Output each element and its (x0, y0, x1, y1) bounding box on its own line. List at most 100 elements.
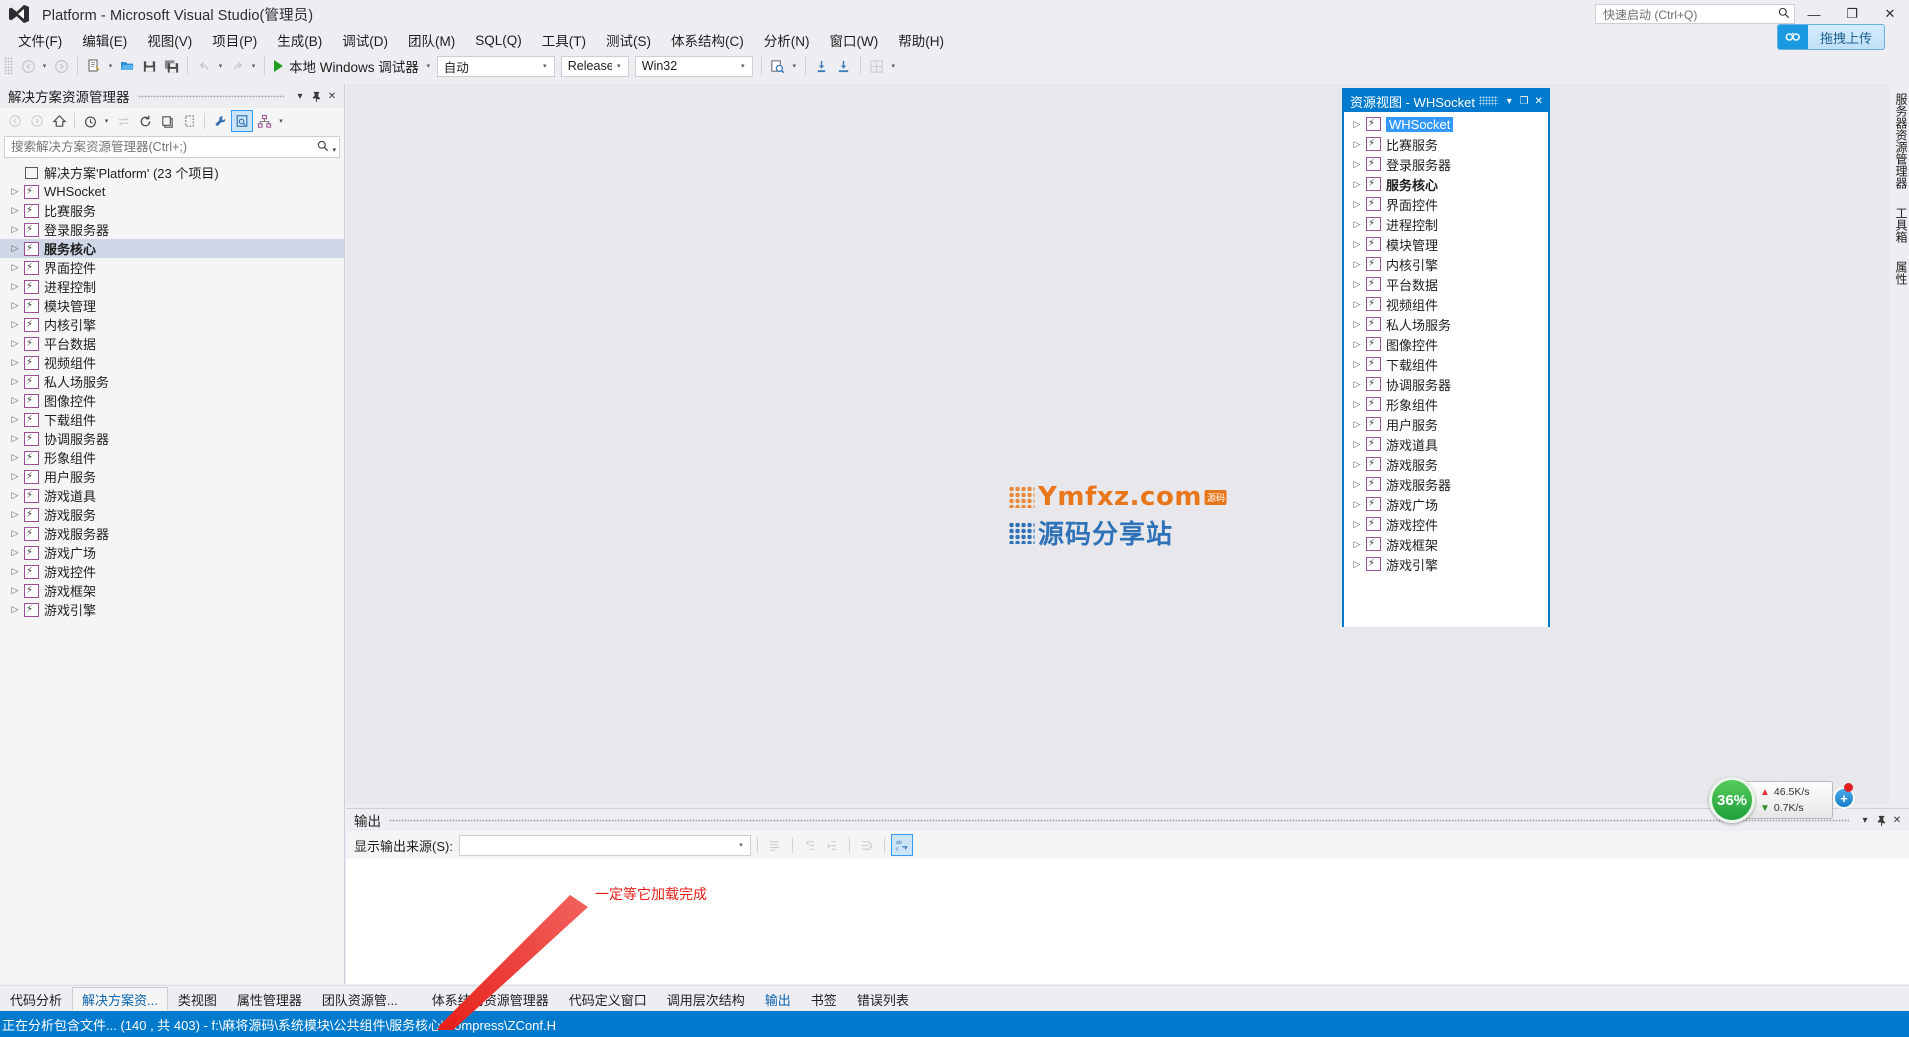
expander-icon[interactable]: ▷ (6, 338, 24, 349)
solution-project-row[interactable]: ▷⚡游戏服务 (0, 505, 344, 524)
back-icon[interactable] (4, 110, 26, 132)
undo-dropdown[interactable]: ▾ (215, 55, 226, 77)
show-all-files-icon[interactable] (178, 110, 200, 132)
redo-dropdown[interactable]: ▾ (248, 55, 259, 77)
solution-root-row[interactable]: 解决方案'Platform' (23 个项目) (0, 163, 344, 182)
close-icon[interactable]: ✕ (324, 86, 340, 106)
expander-icon[interactable]: ▷ (6, 528, 24, 539)
resource-view-row[interactable]: ▷⚡WHSocket (1344, 114, 1548, 134)
resource-view-titlebar[interactable]: 资源视图 - WHSocket ▾ ❐ ✕ (1344, 90, 1548, 112)
search-solution-explorer-input[interactable]: ▾ (4, 136, 340, 158)
resource-view-row[interactable]: ▷⚡游戏服务器 (1344, 474, 1548, 494)
overflow-icon[interactable]: ▾ (275, 110, 287, 132)
new-project-icon[interactable] (83, 55, 105, 77)
bottom-tab-2[interactable]: 类视图 (168, 987, 227, 1011)
menu-item-2[interactable]: 视图(V) (137, 27, 202, 53)
solution-project-row[interactable]: ▷⚡图像控件 (0, 391, 344, 410)
search-input-field[interactable] (11, 140, 317, 154)
expander-icon[interactable]: ▷ (6, 566, 24, 577)
solution-project-row[interactable]: ▷⚡界面控件 (0, 258, 344, 277)
solution-project-row[interactable]: ▷⚡游戏框架 (0, 581, 344, 600)
solution-project-row[interactable]: ▷⚡比赛服务 (0, 201, 344, 220)
expander-icon[interactable]: ▷ (6, 433, 24, 444)
expander-icon[interactable]: ▷ (6, 547, 24, 558)
solution-project-row[interactable]: ▷⚡游戏控件 (0, 562, 344, 581)
properties-icon[interactable] (209, 110, 231, 132)
home-icon[interactable] (48, 110, 70, 132)
expander-icon[interactable]: ▷ (1348, 259, 1366, 270)
solution-project-row[interactable]: ▷⚡服务核心 (0, 239, 344, 258)
expander-icon[interactable]: ▷ (6, 357, 24, 368)
resource-view-row[interactable]: ▷⚡进程控制 (1344, 214, 1548, 234)
expander-icon[interactable]: ▷ (1348, 359, 1366, 370)
expander-icon[interactable]: ▷ (6, 414, 24, 425)
pin-icon[interactable] (308, 86, 324, 106)
menu-item-5[interactable]: 调试(D) (332, 27, 398, 53)
save-icon[interactable] (138, 55, 160, 77)
expander-icon[interactable]: ▷ (1348, 139, 1366, 150)
close-icon[interactable]: ✕ (1531, 91, 1546, 111)
solution-project-row[interactable]: ▷⚡游戏广场 (0, 543, 344, 562)
collapse-all-icon[interactable] (156, 110, 178, 132)
pending-changes-dropdown[interactable]: ▾ (101, 110, 112, 132)
pending-changes-icon[interactable] (79, 110, 101, 132)
open-file-icon[interactable] (116, 55, 138, 77)
chevron-down-icon[interactable]: ▾ (292, 86, 308, 106)
find-dropdown[interactable]: ▾ (789, 55, 800, 77)
start-debugging-button[interactable]: 本地 Windows 调试器 (270, 55, 423, 77)
expander-icon[interactable]: ▷ (1348, 319, 1366, 330)
solution-project-row[interactable]: ▷⚡WHSocket (0, 182, 344, 201)
menu-item-9[interactable]: 测试(S) (596, 27, 661, 53)
resource-view-row[interactable]: ▷⚡游戏道具 (1344, 434, 1548, 454)
right-dock-tab-2[interactable]: 属性 (1889, 252, 1909, 294)
expander-icon[interactable]: ▷ (1348, 239, 1366, 250)
chevron-down-icon[interactable]: ▾ (1502, 91, 1517, 111)
toolbar-grip[interactable] (4, 57, 13, 75)
menu-item-0[interactable]: 文件(F) (8, 27, 72, 53)
menu-item-1[interactable]: 编辑(E) (72, 27, 137, 53)
expander-icon[interactable]: ▷ (1348, 499, 1366, 510)
expander-icon[interactable]: ▷ (1348, 119, 1366, 130)
bottom-tab-4[interactable]: 团队资源管... (312, 987, 408, 1011)
step-into-icon[interactable] (811, 55, 833, 77)
close-icon[interactable]: ✕ (1889, 810, 1905, 830)
resource-view-row[interactable]: ▷⚡游戏服务 (1344, 454, 1548, 474)
start-debug-dropdown[interactable]: ▾ (423, 55, 434, 77)
expander-icon[interactable]: ▷ (1348, 199, 1366, 210)
expander-icon[interactable]: ▷ (6, 509, 24, 520)
right-dock-tab-1[interactable]: 工具箱 (1889, 198, 1909, 252)
pin-icon[interactable] (1873, 810, 1889, 830)
solution-project-row[interactable]: ▷⚡平台数据 (0, 334, 344, 353)
solution-project-row[interactable]: ▷⚡游戏引擎 (0, 600, 344, 619)
clear-all-icon[interactable] (856, 834, 878, 856)
resource-view-row[interactable]: ▷⚡游戏广场 (1344, 494, 1548, 514)
bottom-tab-9[interactable]: 书签 (801, 987, 847, 1011)
forward-icon[interactable] (26, 110, 48, 132)
expander-icon[interactable]: ▷ (6, 585, 24, 596)
panel-drag-dots[interactable] (138, 90, 285, 102)
expander-icon[interactable]: ▷ (6, 604, 24, 615)
platform-target-combo[interactable]: 自动 ▾ (437, 56, 555, 77)
expander-icon[interactable]: ▷ (1348, 279, 1366, 290)
solution-project-row[interactable]: ▷⚡视频组件 (0, 353, 344, 372)
right-dock-tab-0[interactable]: 服务器资源管理器 (1889, 84, 1909, 198)
bottom-tab-5[interactable]: 体系结构资源管理器 (422, 987, 559, 1011)
expander-icon[interactable]: ▷ (1348, 339, 1366, 350)
grid-dropdown[interactable]: ▾ (888, 55, 899, 77)
bottom-tab-3[interactable]: 属性管理器 (227, 987, 312, 1011)
maximize-icon[interactable]: ❐ (1517, 91, 1532, 111)
bottom-tab-6[interactable]: 代码定义窗口 (559, 987, 657, 1011)
solution-project-row[interactable]: ▷⚡下载组件 (0, 410, 344, 429)
expander-icon[interactable]: ▷ (6, 490, 24, 501)
expander-icon[interactable]: ▷ (6, 395, 24, 406)
menu-item-11[interactable]: 分析(N) (754, 27, 820, 53)
panel-drag-dots[interactable] (389, 814, 1849, 826)
solution-project-row[interactable]: ▷⚡游戏道具 (0, 486, 344, 505)
resource-view-row[interactable]: ▷⚡图像控件 (1344, 334, 1548, 354)
solution-project-row[interactable]: ▷⚡形象组件 (0, 448, 344, 467)
resource-view-row[interactable]: ▷⚡形象组件 (1344, 394, 1548, 414)
resource-view-row[interactable]: ▷⚡游戏框架 (1344, 534, 1548, 554)
menu-item-6[interactable]: 团队(M) (398, 27, 465, 53)
resource-view-row[interactable]: ▷⚡用户服务 (1344, 414, 1548, 434)
expander-icon[interactable]: ▷ (1348, 179, 1366, 190)
